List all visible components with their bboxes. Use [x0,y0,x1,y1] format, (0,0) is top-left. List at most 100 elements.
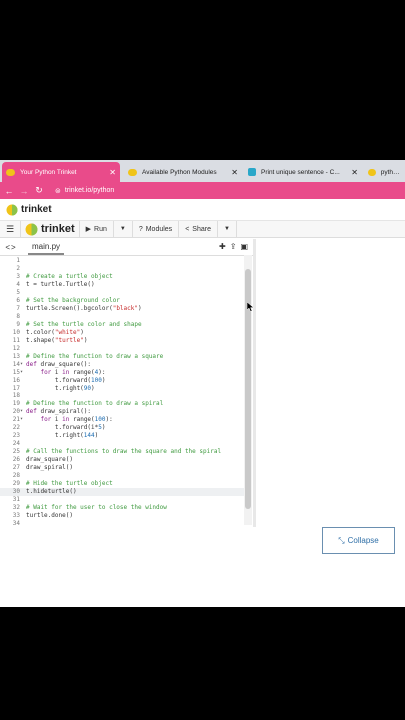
file-actions: ✚ ⇪ ▣ [219,242,248,251]
browser-tab-bar: Your Python Trinket ✕ Available Python M… [0,160,405,182]
url-field[interactable]: trinket.io/python [65,187,114,194]
code-text: # Set the turtle color and shape [26,320,142,328]
code-line[interactable]: 16 t.forward(100) [0,377,250,385]
trinket-site-header: trinket [0,199,405,221]
code-line[interactable]: 20 ▾ def draw_spiral(): [0,408,250,416]
code-line[interactable]: 13 # Define the function to draw a square [0,353,250,361]
code-line[interactable]: 17 t.right(90) [0,385,250,393]
fold-toggle-icon[interactable]: ▾ [20,369,25,377]
code-line[interactable]: 26 draw_square() [0,456,250,464]
editor-toolbar: ☰ trinket ▶ Run ▼ ? Modules < Share ▼ [0,220,405,238]
close-tab-icon[interactable]: ✕ [351,168,358,177]
browser-tab-your-python-trinket[interactable]: Your Python Trinket ✕ [2,162,120,182]
mouse-cursor-icon [247,302,255,312]
code-line[interactable]: 30 t.hideturtle() [0,488,250,497]
menu-icon[interactable]: ☰ [0,224,20,235]
code-line[interactable]: 27 draw_spiral() [0,464,250,472]
line-number: 7 [16,304,20,312]
code-line[interactable]: 6 # Set the background color [0,297,250,305]
line-number: 24 [12,440,20,448]
collapse-arrows-icon: ⤡ [338,535,345,545]
image-icon[interactable]: ▣ [240,242,248,251]
code-text: # Define the function to draw a spiral [26,400,164,408]
modules-button[interactable]: ? Modules [131,220,178,238]
collapse-button[interactable]: ⤡ Collapse [322,527,395,554]
code-line[interactable]: 29 # Hide the turtle object [0,480,250,488]
site-name[interactable]: trinket [21,204,52,215]
code-line[interactable]: 34 [0,520,250,528]
code-line[interactable]: 25 # Call the functions to draw the squar… [0,448,250,456]
line-number: 20 [12,408,20,416]
code-line[interactable]: 28 [0,472,250,480]
line-number: 26 [12,456,20,464]
code-line[interactable]: 23 t.right(144) [0,432,250,440]
panel-splitter[interactable] [253,239,256,527]
code-line[interactable]: 1 [0,257,250,265]
browser-tab-python[interactable]: python - [364,162,405,182]
line-number: 12 [12,344,20,352]
code-line[interactable]: 12 [0,345,250,353]
code-line[interactable]: 31 [0,496,250,504]
share-button[interactable]: < Share [178,220,217,238]
code-text: draw_spiral() [26,464,73,472]
code-area[interactable]: 1 2 3 # Create a turtle object 4 t = turtle.T… [0,257,250,527]
site-info-icon[interactable]: ⊜ [55,187,61,195]
line-number: 34 [12,519,20,527]
line-number: 22 [12,424,20,432]
trinket-logo-icon [25,223,38,235]
code-line[interactable]: 18 [0,392,250,400]
code-line[interactable]: 11 t.shape("turtle") [0,337,250,345]
line-number: 14 [12,360,20,368]
line-number: 13 [12,352,20,360]
code-line[interactable]: 5 [0,289,250,297]
browser-tab-available-python-modules[interactable]: Available Python Modules ✕ [124,162,242,182]
add-file-icon[interactable]: ✚ [219,242,226,251]
code-text: def draw_spiral(): [26,408,92,416]
code-line[interactable]: 10 t.color("white") [0,329,250,337]
editor-scrollbar[interactable] [244,255,252,525]
code-line[interactable]: 33 turtle.done() [0,512,250,520]
code-line[interactable]: 15 ▾ for i in range(4): [0,369,250,377]
back-arrow-icon[interactable]: ← [3,186,15,196]
code-text: t.right(90) [26,384,95,392]
expand-arrows-icon[interactable]: <> [0,243,22,252]
fold-toggle-icon[interactable]: ▾ [20,408,25,416]
line-number: 1 [16,257,20,264]
line-number: 6 [16,296,20,304]
code-line[interactable]: 19 # Define the function to draw a spiral [0,400,250,408]
code-line[interactable]: 9 # Set the turtle color and shape [0,321,250,329]
code-line[interactable]: 24 [0,440,250,448]
line-number: 21 [12,416,20,424]
fold-toggle-icon[interactable]: ▾ [20,361,25,369]
output-panel [257,239,405,527]
code-line[interactable]: 2 [0,265,250,273]
code-text: for i in range(4): [40,368,106,376]
run-button[interactable]: ▶ Run [78,220,113,238]
code-text: # Define the function to draw a square [26,352,164,360]
code-line[interactable]: 21 ▾ for i in range(100): [0,416,250,424]
share-options-dropdown[interactable]: ▼ [216,220,237,238]
run-options-dropdown[interactable]: ▼ [112,220,132,238]
close-tab-icon[interactable]: ✕ [109,168,116,177]
line-number: 10 [12,328,20,336]
trinket-brand[interactable]: trinket [20,220,79,238]
forward-arrow-icon[interactable]: → [18,186,30,196]
code-line[interactable]: 32 # Wait for the user to close the windo… [0,504,250,512]
code-line[interactable]: 14 ▾ def draw_square(): [0,361,250,369]
code-line[interactable]: 22 t.forward(i*5) [0,424,250,432]
code-line[interactable]: 4 t = turtle.Turtle() [0,281,250,289]
close-tab-icon[interactable]: ✕ [231,168,238,177]
line-number: 4 [16,280,20,288]
fold-toggle-icon[interactable]: ▾ [20,416,25,424]
code-line[interactable]: 8 [0,313,250,321]
line-number: 9 [16,320,20,328]
file-tab-main-py[interactable]: main.py [28,240,65,255]
browser-tab-print-unique-sentence[interactable]: Print unique sentence - C... ✕ [244,162,362,182]
reload-icon[interactable]: ↻ [33,185,45,196]
code-line[interactable]: 3 # Create a turtle object [0,273,250,281]
code-text: t.forward(i*5) [26,424,106,432]
upload-icon[interactable]: ⇪ [230,242,237,251]
line-number: 18 [12,392,20,400]
code-line[interactable]: 7 turtle.Screen().bgcolor("black") [0,305,250,313]
trinket-logo-icon[interactable] [6,204,18,216]
